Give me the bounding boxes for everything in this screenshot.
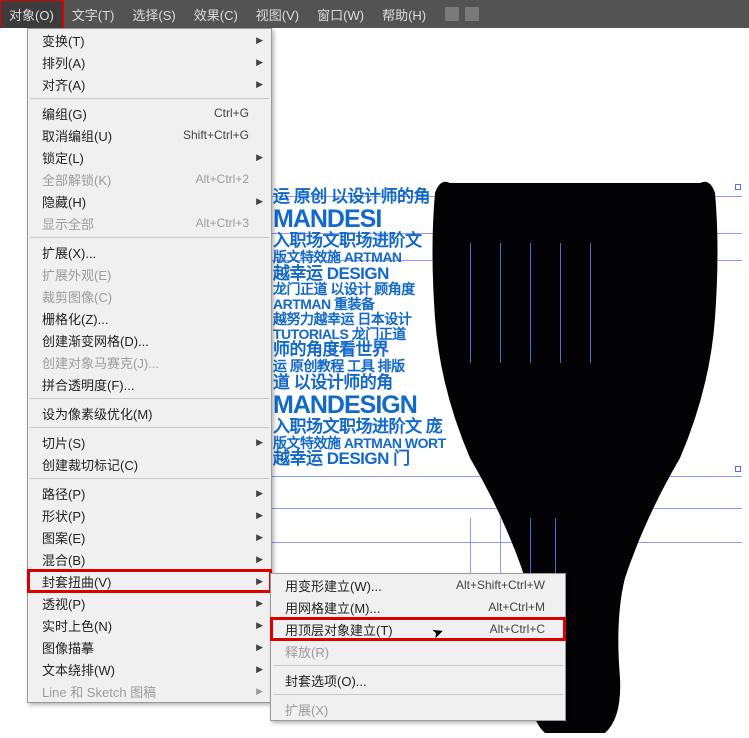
menu-item-label: 设为像素级优化(M) bbox=[42, 404, 153, 423]
menu-item: Line 和 Sketch 图稿 bbox=[28, 680, 271, 702]
submenu-item: 扩展(X) bbox=[271, 698, 565, 720]
menu-item: 扩展外观(E) bbox=[28, 263, 271, 285]
menu-item-label: 对齐(A) bbox=[42, 75, 85, 94]
menu-item[interactable]: 混合(B) bbox=[28, 548, 271, 570]
menu-item[interactable]: 设为像素级优化(M) bbox=[28, 402, 271, 424]
envelope-distort-submenu: 用变形建立(W)... Alt+Shift+Ctrl+W 用网格建立(M)... Al… bbox=[270, 573, 566, 721]
menu-divider bbox=[273, 665, 563, 666]
submenu-item-shortcut: Alt+Shift+Ctrl+W bbox=[456, 578, 545, 592]
menu-item[interactable]: 拼合透明度(F)... bbox=[28, 373, 271, 395]
menu-divider bbox=[30, 98, 269, 99]
menu-item-label: 创建渐变网格(D)... bbox=[42, 331, 149, 350]
submenu-item-label: 用网格建立(M)... bbox=[285, 598, 380, 617]
submenu-item-shortcut: Alt+Ctrl+M bbox=[488, 600, 545, 614]
menu-item-label: 全部解锁(K) bbox=[42, 170, 111, 189]
menu-item-label: 隐藏(H) bbox=[42, 192, 86, 211]
menu-item: 裁剪图像(C) bbox=[28, 285, 271, 307]
submenu-item[interactable]: 用顶层对象建立(T) Alt+Ctrl+C bbox=[271, 618, 565, 640]
submenu-item-label: 用变形建立(W)... bbox=[285, 576, 382, 595]
menu-item[interactable]: 隐藏(H) bbox=[28, 190, 271, 212]
menu-item-label: 文本绕排(W) bbox=[42, 660, 115, 679]
menu-divider bbox=[30, 478, 269, 479]
menu-item-label: 切片(S) bbox=[42, 433, 85, 452]
menu-item[interactable]: 路径(P) bbox=[28, 482, 271, 504]
menu-item[interactable]: 文本绕排(W) bbox=[28, 658, 271, 680]
menu-item[interactable]: 形状(P) bbox=[28, 504, 271, 526]
menu-item-label: 变换(T) bbox=[42, 31, 85, 50]
menu-item-label: 编组(G) bbox=[42, 104, 87, 123]
menu-item[interactable]: 图案(E) bbox=[28, 526, 271, 548]
menu-item-label: 透视(P) bbox=[42, 594, 85, 613]
menu-item-label: 图案(E) bbox=[42, 528, 85, 547]
menu-item[interactable]: 排列(A) bbox=[28, 51, 271, 73]
menu-effect[interactable]: 效果(C) bbox=[185, 0, 247, 29]
submenu-item-label: 用顶层对象建立(T) bbox=[285, 620, 393, 639]
menubar: 对象(O) 文字(T) 选择(S) 效果(C) 视图(V) 窗口(W) 帮助(H… bbox=[0, 0, 749, 28]
menu-item[interactable]: 创建渐变网格(D)... bbox=[28, 329, 271, 351]
menu-divider bbox=[30, 237, 269, 238]
menu-item-label: 拼合透明度(F)... bbox=[42, 375, 134, 394]
menu-item[interactable]: 锁定(L) bbox=[28, 146, 271, 168]
menu-item-label: 创建对象马赛克(J)... bbox=[42, 353, 159, 372]
submenu-item-label: 扩展(X) bbox=[285, 700, 328, 719]
menu-item[interactable]: 实时上色(N) bbox=[28, 614, 271, 636]
selection-handle[interactable] bbox=[735, 184, 741, 190]
menu-item-label: 形状(P) bbox=[42, 506, 85, 525]
menu-item: 显示全部 Alt+Ctrl+3 bbox=[28, 212, 271, 234]
selection-handle[interactable] bbox=[735, 466, 741, 472]
menu-divider bbox=[273, 694, 563, 695]
menu-item[interactable]: 编组(G) Ctrl+G bbox=[28, 102, 271, 124]
menu-item-label: 路径(P) bbox=[42, 484, 85, 503]
menu-item[interactable]: 切片(S) bbox=[28, 431, 271, 453]
menu-item-label: 排列(A) bbox=[42, 53, 85, 72]
submenu-item[interactable]: 用网格建立(M)... Alt+Ctrl+M bbox=[271, 596, 565, 618]
submenu-item[interactable]: 封套选项(O)... bbox=[271, 669, 565, 691]
menu-help[interactable]: 帮助(H) bbox=[373, 0, 435, 29]
submenu-item: 释放(R) bbox=[271, 640, 565, 662]
menu-item: 全部解锁(K) Alt+Ctrl+2 bbox=[28, 168, 271, 190]
menu-item[interactable]: 封套扭曲(V) bbox=[28, 570, 271, 592]
menu-item-label: 封套扭曲(V) bbox=[42, 572, 111, 591]
menu-item-label: 锁定(L) bbox=[42, 148, 84, 167]
menu-view[interactable]: 视图(V) bbox=[247, 0, 308, 29]
submenu-item-label: 封套选项(O)... bbox=[285, 671, 367, 690]
menu-item-label: 图像描摹 bbox=[42, 638, 94, 657]
menu-window[interactable]: 窗口(W) bbox=[308, 0, 373, 29]
menu-divider bbox=[30, 398, 269, 399]
menu-item[interactable]: 创建裁切标记(C) bbox=[28, 453, 271, 475]
submenu-item[interactable]: 用变形建立(W)... Alt+Shift+Ctrl+W bbox=[271, 574, 565, 596]
menu-item[interactable]: 取消编组(U) Shift+Ctrl+G bbox=[28, 124, 271, 146]
menu-item[interactable]: 栅格化(Z)... bbox=[28, 307, 271, 329]
menu-item[interactable]: 对齐(A) bbox=[28, 73, 271, 95]
toolbar-icon[interactable] bbox=[445, 7, 459, 21]
menu-item-label: Line 和 Sketch 图稿 bbox=[42, 682, 156, 701]
menu-item-label: 扩展外观(E) bbox=[42, 265, 111, 284]
menu-item-label: 混合(B) bbox=[42, 550, 85, 569]
menu-item-label: 取消编组(U) bbox=[42, 126, 112, 145]
menu-item: 创建对象马赛克(J)... bbox=[28, 351, 271, 373]
menu-item-shortcut: Ctrl+G bbox=[214, 106, 249, 120]
menu-item[interactable]: 透视(P) bbox=[28, 592, 271, 614]
toolbar-icon[interactable] bbox=[465, 7, 479, 21]
menu-item[interactable]: 图像描摹 bbox=[28, 636, 271, 658]
menu-item-label: 创建裁切标记(C) bbox=[42, 455, 138, 474]
menu-item-shortcut: Shift+Ctrl+G bbox=[183, 128, 249, 142]
menu-item[interactable]: 变换(T) bbox=[28, 29, 271, 51]
menu-divider bbox=[30, 427, 269, 428]
submenu-item-label: 释放(R) bbox=[285, 642, 329, 661]
object-menu-dropdown: 变换(T) 排列(A) 对齐(A) 编组(G) Ctrl+G 取消编组(U) Shift+C… bbox=[27, 28, 272, 703]
submenu-item-shortcut: Alt+Ctrl+C bbox=[490, 622, 545, 636]
menu-item-label: 显示全部 bbox=[42, 214, 94, 233]
menu-item[interactable]: 扩展(X)... bbox=[28, 241, 271, 263]
menu-item-label: 裁剪图像(C) bbox=[42, 287, 112, 306]
menu-item-label: 实时上色(N) bbox=[42, 616, 112, 635]
menu-type[interactable]: 文字(T) bbox=[63, 0, 124, 29]
menu-select[interactable]: 选择(S) bbox=[123, 0, 184, 29]
menu-item-shortcut: Alt+Ctrl+3 bbox=[196, 216, 249, 230]
menu-item-label: 栅格化(Z)... bbox=[42, 309, 108, 328]
menu-object[interactable]: 对象(O) bbox=[0, 0, 63, 29]
menu-item-label: 扩展(X)... bbox=[42, 243, 96, 262]
menu-item-shortcut: Alt+Ctrl+2 bbox=[196, 172, 249, 186]
